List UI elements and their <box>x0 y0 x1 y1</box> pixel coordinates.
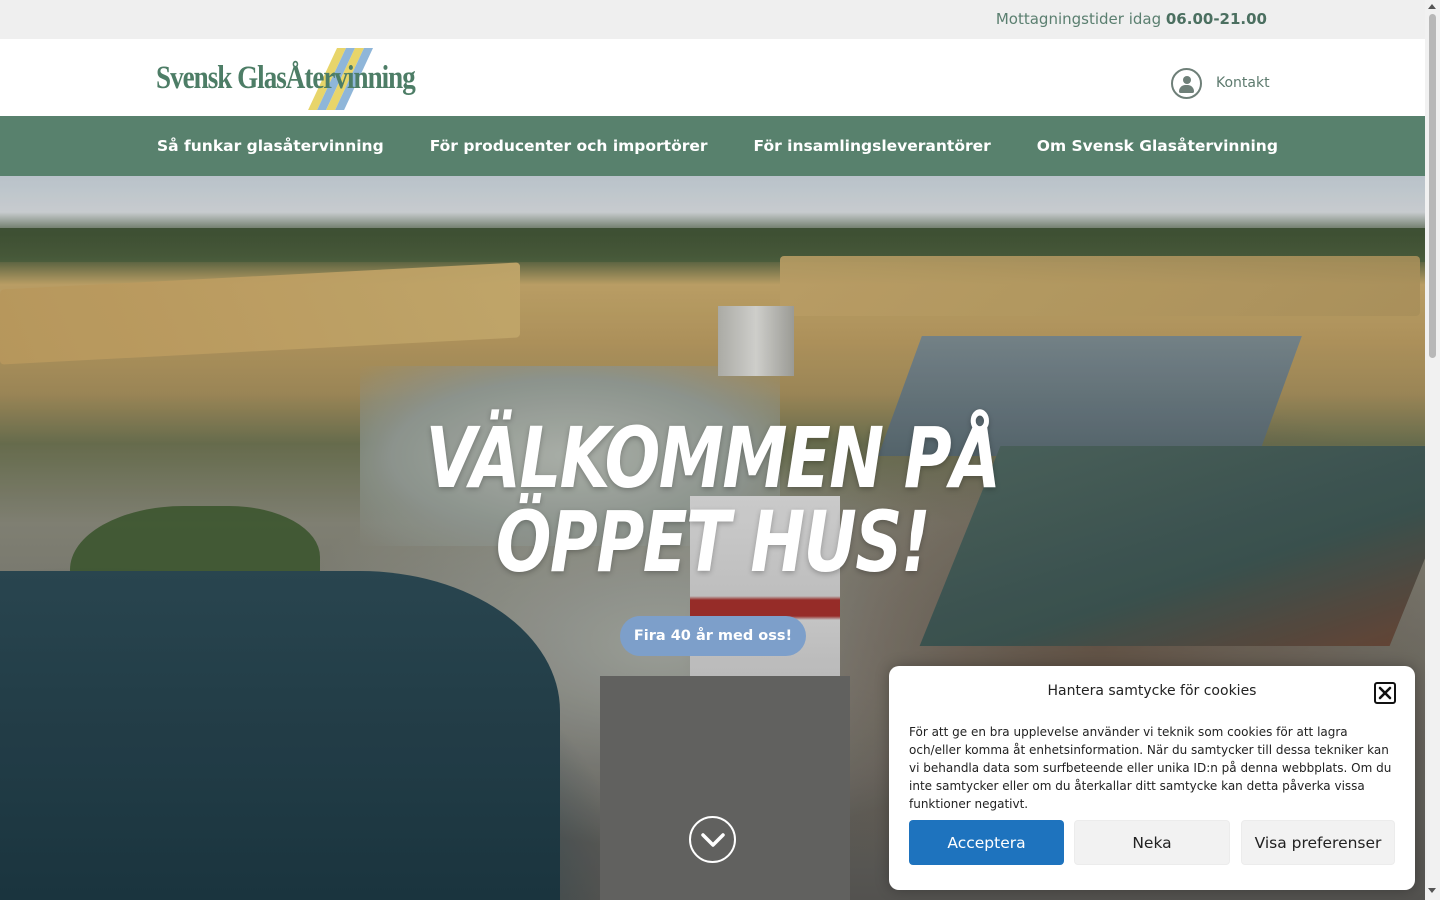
opening-hours-label: Mottagningstider idag <box>995 10 1166 28</box>
user-icon <box>1171 67 1202 99</box>
opening-hours: Mottagningstider idag 06.00-21.00 <box>996 10 1267 28</box>
view-preferences-button[interactable]: Visa preferenser <box>1241 820 1395 865</box>
hero-cta-button[interactable]: Fira 40 år med oss! <box>620 616 806 656</box>
hero-headline-line2: ÖPPET HUS! <box>495 493 931 591</box>
page-scrollbar[interactable] <box>1425 0 1440 900</box>
nav-item-om-oss[interactable]: Om Svensk Glasåtervinning <box>1037 137 1278 155</box>
contact-label: Kontakt <box>1216 75 1270 91</box>
site-header: Svensk GlasÅtervinning Kontakt <box>0 39 1425 116</box>
scrollbar-thumb[interactable] <box>1429 14 1436 358</box>
nav-item-insamlingsleverantorer[interactable]: För insamlingsleverantörer <box>754 137 991 155</box>
cookie-dialog-message: För att ge en bra upplevelse använder vi… <box>909 725 1392 811</box>
site-logo[interactable]: Svensk GlasÅtervinning <box>156 48 416 110</box>
chevron-down-icon <box>700 832 725 847</box>
nav-item-producenter[interactable]: För producenter och importörer <box>430 137 708 155</box>
scroll-up-arrow-icon[interactable] <box>1428 4 1436 9</box>
accept-cookies-button[interactable]: Acceptera <box>909 820 1064 865</box>
contact-link[interactable]: Kontakt <box>1171 67 1270 99</box>
main-navigation: Så funkar glasåtervinning För producente… <box>0 116 1425 176</box>
hero-headline: VÄLKOMMEN PÅ ÖPPET HUS! <box>157 416 1269 584</box>
nav-item-sa-funkar[interactable]: Så funkar glasåtervinning <box>157 137 384 155</box>
top-info-bar: Mottagningstider idag 06.00-21.00 <box>0 0 1425 39</box>
scroll-down-arrow-icon[interactable] <box>1428 888 1436 893</box>
nav-list: Så funkar glasåtervinning För producente… <box>157 116 1324 176</box>
cookie-dialog-title: Hantera samtycke för cookies <box>1047 683 1257 699</box>
close-icon <box>1378 686 1392 700</box>
scroll-down-button[interactable] <box>689 816 736 863</box>
cookie-close-button[interactable] <box>1374 682 1396 704</box>
opening-hours-value: 06.00-21.00 <box>1165 10 1267 28</box>
cookie-consent-dialog: Hantera samtycke för cookies För att ge … <box>889 666 1415 890</box>
deny-cookies-button[interactable]: Neka <box>1074 820 1230 865</box>
logo-text: Svensk GlasÅtervinning <box>156 60 416 96</box>
